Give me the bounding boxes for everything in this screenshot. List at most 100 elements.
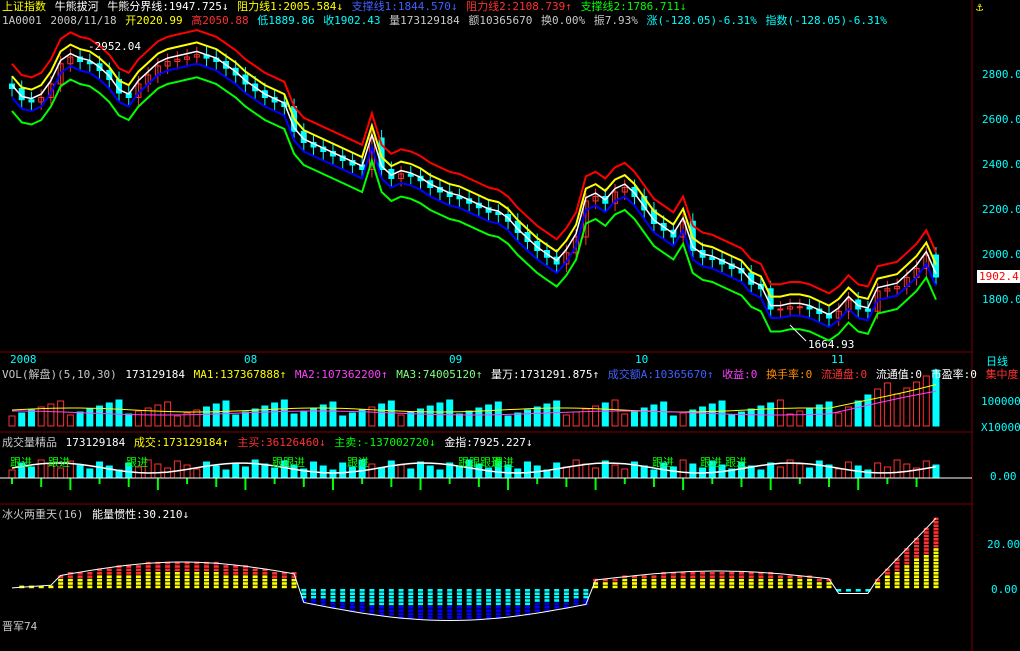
ice-cell xyxy=(719,575,725,578)
vol-bar xyxy=(543,403,551,427)
vol-bar xyxy=(154,404,162,427)
ice-cell xyxy=(476,592,482,595)
ice-cell xyxy=(534,602,540,606)
ice-cell xyxy=(272,578,278,582)
ice-cell xyxy=(758,575,764,578)
ice-cell xyxy=(690,578,696,582)
vol-bar xyxy=(601,402,609,427)
ice-cell xyxy=(933,568,939,572)
ice-cell xyxy=(116,585,122,589)
ice-cell xyxy=(252,572,258,575)
ice-cell xyxy=(923,548,929,551)
ice-cell xyxy=(145,572,151,575)
vol-bar xyxy=(358,409,366,427)
vol-bar xyxy=(553,400,561,427)
ice-cell xyxy=(408,609,414,612)
ice-title[interactable]: 冰火两重天(16) xyxy=(2,508,84,521)
ice-cell xyxy=(145,575,151,578)
ice-cell xyxy=(554,602,560,606)
ice-cell xyxy=(914,582,920,585)
ice-cell xyxy=(466,602,472,606)
ice-cell xyxy=(427,589,433,592)
deal-bar xyxy=(592,467,600,479)
ice-cell xyxy=(408,589,414,592)
follow-label: 跟进 xyxy=(10,456,32,469)
ice-cell xyxy=(330,589,336,592)
period-label[interactable]: 日线 xyxy=(986,353,1008,369)
ice-cell xyxy=(427,592,433,595)
ice-cell xyxy=(719,572,725,575)
vol-liangwan: 量万:1731291.875↑ xyxy=(490,368,600,381)
vol-bar xyxy=(786,413,794,427)
low-annotation-pointer xyxy=(789,324,807,342)
y-tick-main: 2000.0 xyxy=(982,248,1020,261)
vol-amount: 成交额A:10365670↑ xyxy=(607,368,714,381)
ice-cell xyxy=(923,544,929,548)
ice-cell xyxy=(914,561,920,565)
y-tick-main: 2600.0 xyxy=(982,113,1020,126)
ice-cell xyxy=(719,578,725,582)
ice-cell xyxy=(476,612,482,616)
ice-cell xyxy=(524,589,530,592)
deal-bar xyxy=(222,469,230,479)
ice-cell xyxy=(933,524,939,527)
ice-cell xyxy=(184,578,190,582)
ice-cell xyxy=(165,582,171,585)
vol-ma3: MA3:74005120↑ xyxy=(396,368,483,381)
ice-cell xyxy=(486,612,492,616)
ice-cell xyxy=(242,575,248,578)
ice-cell xyxy=(126,585,132,589)
ice-cell xyxy=(388,595,394,599)
ice-cell xyxy=(563,599,569,602)
ice-cell xyxy=(505,612,511,616)
vol-bar xyxy=(387,400,395,427)
ice-cell xyxy=(476,616,482,619)
ice-cell xyxy=(116,578,122,582)
ice-cell xyxy=(340,606,346,609)
ice-cell xyxy=(418,612,424,616)
ice-cell xyxy=(320,592,326,595)
ice-cell xyxy=(904,575,910,578)
ice-cell xyxy=(933,572,939,575)
deal-bar xyxy=(76,464,84,479)
vol-bar xyxy=(18,412,26,427)
ice-cell xyxy=(661,585,667,589)
ice-header: 冰火两重天(16) 能量惯性:30.210↓ xyxy=(2,508,191,522)
ice-cell xyxy=(106,568,112,572)
ice-cell xyxy=(184,572,190,575)
ice-cell xyxy=(807,585,813,589)
ice-cell xyxy=(262,585,268,589)
vol-title[interactable]: VOL(解盘)(5,10,30) xyxy=(2,368,117,381)
vol-bar xyxy=(105,402,113,427)
deal-bar xyxy=(8,469,16,479)
chart-canvas[interactable]: -2952.041664.93跟进 跟进 跟进 跟跟进 跟进 跟跟跟进跟进 跟进 跟进 跟进 xyxy=(0,0,1020,651)
ice-cell xyxy=(758,585,764,589)
deal-bar xyxy=(485,467,493,479)
ice-cell xyxy=(87,572,93,575)
ice-cell xyxy=(680,575,686,578)
vol-bar xyxy=(86,408,94,427)
deal-bar xyxy=(815,460,823,479)
ice-cell xyxy=(894,582,900,585)
ice-cell xyxy=(738,582,744,585)
deal-neg-bar xyxy=(215,478,218,487)
ice-cell xyxy=(875,585,881,589)
ice-cell xyxy=(923,568,929,572)
ice-cell xyxy=(194,575,200,578)
vol-bar xyxy=(796,410,804,427)
ice-cell xyxy=(379,612,385,616)
ice-cell xyxy=(748,578,754,582)
deal-title[interactable]: 成交量精品 xyxy=(2,436,57,449)
follow-label: 跟进 xyxy=(347,456,369,469)
ice-cell xyxy=(593,585,599,589)
ice-cell xyxy=(816,585,822,589)
vol-bar xyxy=(835,412,843,427)
ice-cell xyxy=(933,555,939,558)
ice-cell xyxy=(622,585,628,589)
ice-cell xyxy=(252,585,258,589)
ice-cell xyxy=(106,578,112,582)
ice-cell xyxy=(914,578,920,582)
ice-cell xyxy=(242,585,248,589)
ice-cell xyxy=(281,585,287,589)
deal-neg-bar xyxy=(69,478,72,490)
